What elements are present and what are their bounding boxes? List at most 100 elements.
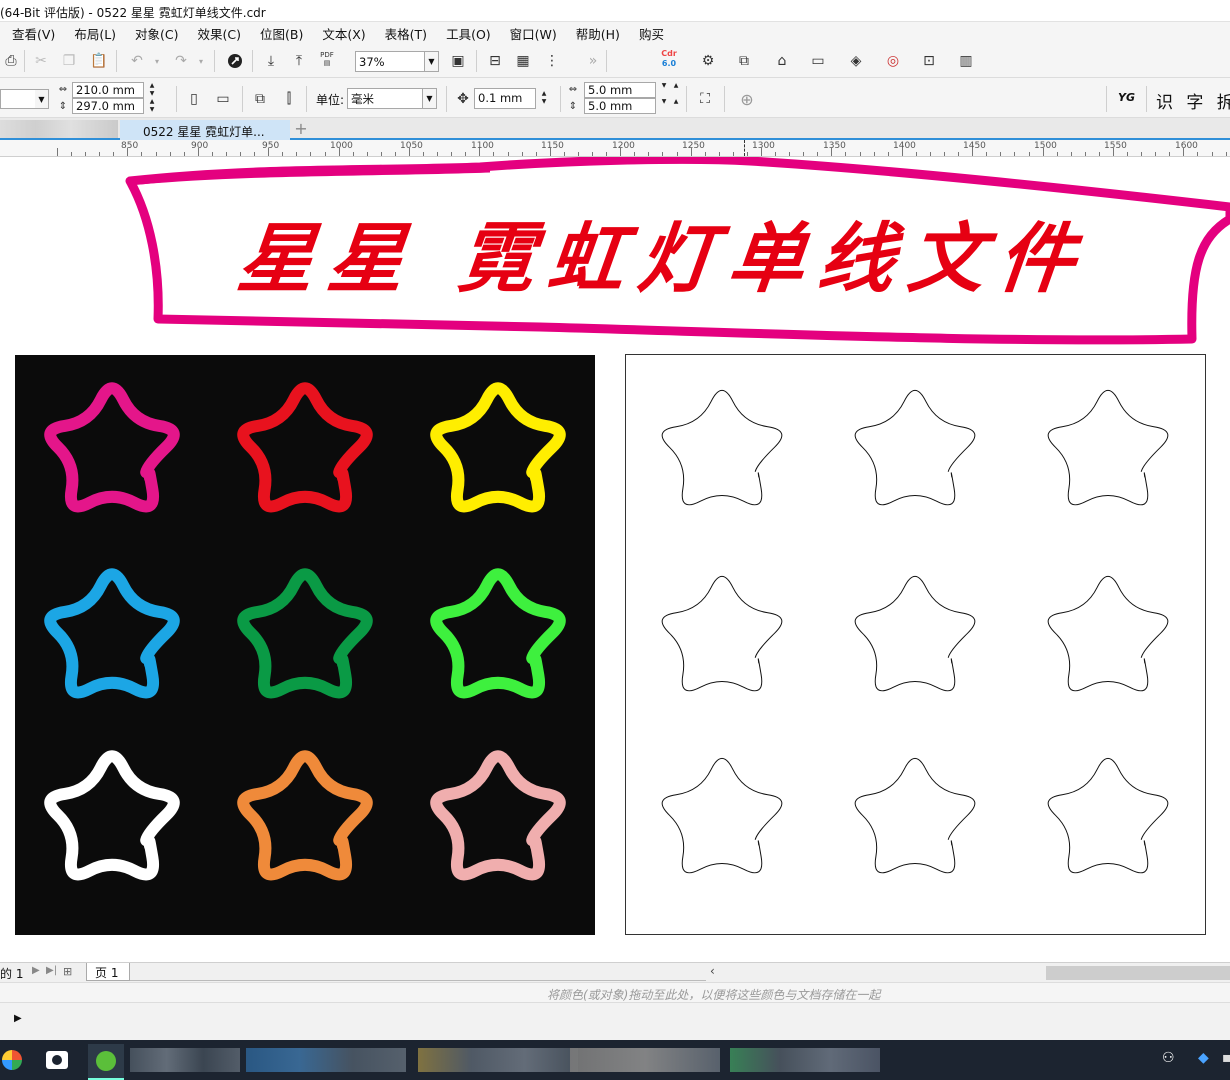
corel-plugin-icon[interactable]: Cdr 6.0 [658, 48, 680, 70]
menu-object[interactable]: 对象(C) [123, 24, 185, 43]
taskbar-blurred-app[interactable] [570, 1048, 720, 1072]
ruler-label: 950 [262, 141, 280, 151]
nudge-spinner[interactable]: ▲ ▼ [538, 90, 550, 106]
duplicate-x-spinner[interactable]: ▼ [658, 82, 670, 98]
tray-more-icon[interactable]: ▪ [1222, 1050, 1230, 1066]
ruler-tick [254, 152, 256, 156]
coreldraw-taskbar-button[interactable] [88, 1044, 124, 1080]
page-size-dropdown-icon[interactable]: ▼ [35, 89, 49, 109]
ruler-tick [901, 148, 903, 156]
copy-icon[interactable]: ❐ [58, 50, 80, 72]
search-content-icon[interactable] [224, 50, 246, 72]
status-expand-icon[interactable]: ▶ [14, 1013, 22, 1024]
full-screen-preview-icon[interactable]: ▣ [447, 50, 469, 72]
paste-icon[interactable]: 📋 [88, 50, 110, 72]
people-icon[interactable]: ⚇ [1162, 1050, 1175, 1066]
taskbar-blurred-app[interactable] [730, 1048, 880, 1072]
page-height-spinner[interactable]: ▲ ▼ [146, 98, 158, 114]
add-page-icon[interactable]: ⊕ [736, 88, 758, 110]
menu-text[interactable]: 文本(X) [310, 24, 372, 43]
page-size-select[interactable] [0, 89, 36, 109]
page-tab-1[interactable]: 页 1 [86, 963, 130, 981]
plugin-tool-6-icon[interactable]: ◎ [882, 50, 904, 72]
menu-tools[interactable]: 工具(O) [434, 24, 498, 43]
plugin-tool-4-icon[interactable]: ▭ [807, 50, 829, 72]
last-page-icon[interactable]: ▶| [46, 965, 57, 976]
ruler-tick [366, 152, 368, 156]
width-icon: ⇔ [58, 83, 68, 95]
nudge-icon: ✥ [457, 91, 469, 107]
page-height-field[interactable]: 297.0 mm [72, 98, 144, 114]
taskbar-blurred-app[interactable] [130, 1048, 240, 1072]
import-icon[interactable]: ⤓ [260, 50, 282, 72]
plugin-tool-3-icon[interactable]: ⌂ [771, 50, 793, 72]
next-page-icon[interactable]: ▶ [32, 965, 40, 976]
menu-window[interactable]: 窗口(W) [498, 24, 564, 43]
document-tab-bar: 0522 星星 霓虹灯单... + [0, 118, 1230, 140]
show-grid-icon[interactable]: ▦ [512, 50, 534, 72]
tab-active-document[interactable]: 0522 星星 霓虹灯单... [120, 120, 290, 140]
ruler-tick [282, 152, 284, 156]
paint-app-icon[interactable] [2, 1050, 22, 1070]
show-guidelines-icon[interactable]: ⋮ [541, 50, 563, 72]
redo-icon[interactable]: ↷ [170, 50, 192, 72]
ruler-tick [1028, 152, 1030, 156]
page-width-spinner[interactable]: ▲ ▼ [146, 82, 158, 98]
plugin-yg-button[interactable]: YG [1118, 91, 1135, 104]
menu-bitmaps[interactable]: 位图(B) [248, 24, 310, 43]
toolbar-overflow-icon[interactable]: » [582, 50, 604, 72]
duplicate-y-up[interactable]: ▲ [670, 98, 682, 114]
menu-table[interactable]: 表格(T) [373, 24, 434, 43]
print-icon[interactable]: ⎙ [0, 50, 22, 72]
page-width-field[interactable]: 210.0 mm [72, 82, 144, 98]
portrait-icon[interactable]: ▯ [183, 88, 205, 110]
horizontal-ruler[interactable]: 850 900 950 1000 1050 1100 1150 1200 125… [0, 140, 1230, 157]
ruler-tick [718, 152, 720, 156]
plugin-tool-5-icon[interactable]: ◈ [845, 50, 867, 72]
taskbar-blurred-app[interactable] [418, 1048, 578, 1072]
plugin-text-buttons[interactable]: 识 字 拆 [1156, 88, 1230, 113]
current-page-icon[interactable]: ⫿ [278, 88, 300, 110]
menu-layout[interactable]: 布局(L) [62, 24, 123, 43]
ruler-tick [732, 152, 734, 156]
ruler-tick [563, 152, 565, 156]
undo-dropdown-icon[interactable]: ▾ [146, 50, 168, 72]
page-border-icon[interactable]: ⛶ [694, 88, 716, 110]
menu-buy[interactable]: 购买 [627, 24, 671, 43]
unit-select[interactable]: 毫米 [347, 88, 423, 109]
redo-dropdown-icon[interactable]: ▾ [190, 50, 212, 72]
drawing-canvas[interactable]: 星星 霓虹灯单线文件 [0, 157, 1230, 962]
duplicate-y-field[interactable]: 5.0 mm [584, 98, 656, 114]
camera-app-icon[interactable] [46, 1051, 68, 1069]
plugin-tool-7-icon[interactable]: ⊡ [918, 50, 940, 72]
undo-icon[interactable]: ↶ [126, 50, 148, 72]
unit-dropdown-icon[interactable]: ▼ [423, 88, 437, 109]
scroll-left-icon[interactable]: ‹ [710, 964, 715, 978]
export-pdf-icon[interactable]: PDF ▤ [316, 48, 338, 70]
menu-help[interactable]: 帮助(H) [564, 24, 627, 43]
landscape-icon[interactable]: ▭ [212, 88, 234, 110]
document-palette[interactable]: 将颜色(或对象)拖动至此处，以便将这些颜色与文档存储在一起 [0, 982, 1230, 1002]
add-page-nav-icon[interactable]: ⊞ [63, 965, 72, 978]
add-tab-icon[interactable]: + [292, 120, 310, 138]
zoom-level-field[interactable]: 37% [355, 51, 425, 72]
nudge-distance-field[interactable]: 0.1 mm [474, 88, 536, 109]
blurred-tab[interactable] [0, 120, 118, 138]
plugin-tool-1-icon[interactable]: ⚙ [697, 50, 719, 72]
show-rulers-icon[interactable]: ⊟ [484, 50, 506, 72]
all-pages-icon[interactable]: ⧉ [249, 88, 271, 110]
tray-app-icon[interactable]: ◆ [1198, 1050, 1209, 1066]
ruler-tick [662, 152, 664, 156]
export-icon[interactable]: ⤒ [288, 50, 310, 72]
taskbar-blurred-app[interactable] [246, 1048, 406, 1072]
duplicate-y-spinner[interactable]: ▼ [658, 98, 670, 114]
zoom-dropdown-icon[interactable]: ▼ [425, 51, 439, 72]
plugin-tool-2-icon[interactable]: ⧉ [733, 50, 755, 72]
plugin-tool-8-icon[interactable]: ▥ [955, 50, 977, 72]
cut-icon[interactable]: ✂ [30, 50, 52, 72]
duplicate-x-up[interactable]: ▲ [670, 82, 682, 98]
menu-view[interactable]: 查看(V) [0, 24, 62, 43]
horizontal-scrollbar-thumb[interactable] [1046, 966, 1230, 980]
menu-effects[interactable]: 效果(C) [186, 24, 248, 43]
duplicate-x-field[interactable]: 5.0 mm [584, 82, 656, 98]
